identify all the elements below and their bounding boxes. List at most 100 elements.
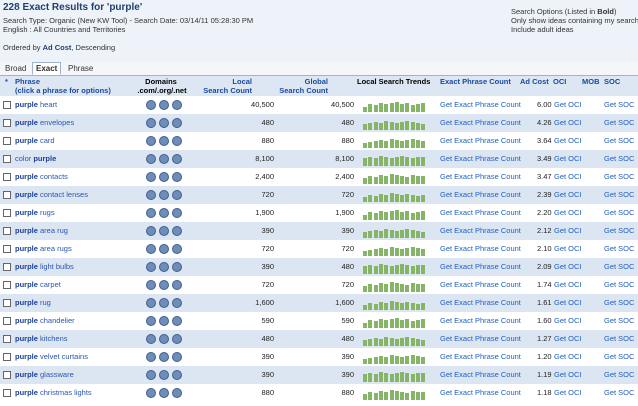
net-domain-icon[interactable] [172,244,182,254]
org-domain-icon[interactable] [159,190,169,200]
net-domain-icon[interactable] [172,352,182,362]
keyword-phrase-link[interactable]: purple envelopes [15,114,74,132]
row-checkbox[interactable] [3,137,11,145]
get-soc-link[interactable]: Get SOC [604,312,634,330]
keyword-phrase-link[interactable]: purple contact lenses [15,186,88,204]
get-exact-phrase-count-link[interactable]: Get Exact Phrase Count [440,348,521,366]
org-domain-icon[interactable] [159,352,169,362]
com-domain-icon[interactable] [146,190,156,200]
get-exact-phrase-count-link[interactable]: Get Exact Phrase Count [440,240,521,258]
get-exact-phrase-count-link[interactable]: Get Exact Phrase Count [440,132,521,150]
com-domain-icon[interactable] [146,154,156,164]
org-domain-icon[interactable] [159,136,169,146]
row-checkbox[interactable] [3,281,11,289]
col-exact-phrase-count[interactable]: Exact Phrase Count [440,77,511,86]
keyword-phrase-link[interactable]: purple glassware [15,366,74,384]
get-soc-link[interactable]: Get SOC [604,186,634,204]
net-domain-icon[interactable] [172,172,182,182]
get-soc-link[interactable]: Get SOC [604,276,634,294]
get-oci-link[interactable]: Get OCI [554,258,582,276]
com-domain-icon[interactable] [146,226,156,236]
com-domain-icon[interactable] [146,100,156,110]
com-domain-icon[interactable] [146,334,156,344]
org-domain-icon[interactable] [159,118,169,128]
get-exact-phrase-count-link[interactable]: Get Exact Phrase Count [440,168,521,186]
keyword-phrase-link[interactable]: purple area rug [15,222,68,240]
net-domain-icon[interactable] [172,280,182,290]
get-oci-link[interactable]: Get OCI [554,366,582,384]
keyword-phrase-link[interactable]: purple velvet curtains [15,348,88,366]
get-soc-link[interactable]: Get SOC [604,114,634,132]
row-checkbox[interactable] [3,101,11,109]
keyword-phrase-link[interactable]: color purple [15,150,56,168]
com-domain-icon[interactable] [146,208,156,218]
get-oci-link[interactable]: Get OCI [554,168,582,186]
row-checkbox[interactable] [3,209,11,217]
get-soc-link[interactable]: Get SOC [604,384,634,402]
row-checkbox[interactable] [3,245,11,253]
get-oci-link[interactable]: Get OCI [554,276,582,294]
keyword-phrase-link[interactable]: purple contacts [15,168,68,186]
get-oci-link[interactable]: Get OCI [554,132,582,150]
get-soc-link[interactable]: Get SOC [604,132,634,150]
get-oci-link[interactable]: Get OCI [554,240,582,258]
keyword-phrase-link[interactable]: purple chandelier [15,312,75,330]
get-soc-link[interactable]: Get SOC [604,168,634,186]
col-phrase[interactable]: Phrase [15,77,40,86]
com-domain-icon[interactable] [146,388,156,398]
com-domain-icon[interactable] [146,316,156,326]
get-soc-link[interactable]: Get SOC [604,240,634,258]
get-exact-phrase-count-link[interactable]: Get Exact Phrase Count [440,366,521,384]
com-domain-icon[interactable] [146,136,156,146]
keyword-phrase-link[interactable]: purple light bulbs [15,258,74,276]
org-domain-icon[interactable] [159,316,169,326]
com-domain-icon[interactable] [146,352,156,362]
row-checkbox[interactable] [3,317,11,325]
row-checkbox[interactable] [3,173,11,181]
row-checkbox[interactable] [3,227,11,235]
get-exact-phrase-count-link[interactable]: Get Exact Phrase Count [440,384,521,402]
get-exact-phrase-count-link[interactable]: Get Exact Phrase Count [440,258,521,276]
row-checkbox[interactable] [3,389,11,397]
get-oci-link[interactable]: Get OCI [554,348,582,366]
com-domain-icon[interactable] [146,280,156,290]
org-domain-icon[interactable] [159,280,169,290]
tab-exact[interactable]: Exact [32,62,62,75]
com-domain-icon[interactable] [146,298,156,308]
com-domain-icon[interactable] [146,370,156,380]
keyword-phrase-link[interactable]: purple rug [15,294,51,312]
get-soc-link[interactable]: Get SOC [604,150,634,168]
get-oci-link[interactable]: Get OCI [554,330,582,348]
get-oci-link[interactable]: Get OCI [554,186,582,204]
com-domain-icon[interactable] [146,118,156,128]
get-soc-link[interactable]: Get SOC [604,330,634,348]
org-domain-icon[interactable] [159,334,169,344]
get-exact-phrase-count-link[interactable]: Get Exact Phrase Count [440,294,521,312]
get-oci-link[interactable]: Get OCI [554,114,582,132]
row-checkbox[interactable] [3,155,11,163]
net-domain-icon[interactable] [172,208,182,218]
keyword-phrase-link[interactable]: purple card [15,132,55,150]
get-oci-link[interactable]: Get OCI [554,204,582,222]
row-checkbox[interactable] [3,335,11,343]
net-domain-icon[interactable] [172,370,182,380]
net-domain-icon[interactable] [172,154,182,164]
get-soc-link[interactable]: Get SOC [604,366,634,384]
keyword-phrase-link[interactable]: purple heart [15,96,57,114]
col-ad-cost[interactable]: Ad Cost [520,77,549,86]
get-oci-link[interactable]: Get OCI [554,150,582,168]
com-domain-icon[interactable] [146,172,156,182]
org-domain-icon[interactable] [159,226,169,236]
net-domain-icon[interactable] [172,190,182,200]
net-domain-icon[interactable] [172,118,182,128]
net-domain-icon[interactable] [172,334,182,344]
net-domain-icon[interactable] [172,226,182,236]
get-exact-phrase-count-link[interactable]: Get Exact Phrase Count [440,96,521,114]
col-local-sub[interactable]: Search Count [200,86,252,95]
org-domain-icon[interactable] [159,244,169,254]
get-oci-link[interactable]: Get OCI [554,222,582,240]
get-exact-phrase-count-link[interactable]: Get Exact Phrase Count [440,150,521,168]
net-domain-icon[interactable] [172,298,182,308]
org-domain-icon[interactable] [159,370,169,380]
get-exact-phrase-count-link[interactable]: Get Exact Phrase Count [440,204,521,222]
